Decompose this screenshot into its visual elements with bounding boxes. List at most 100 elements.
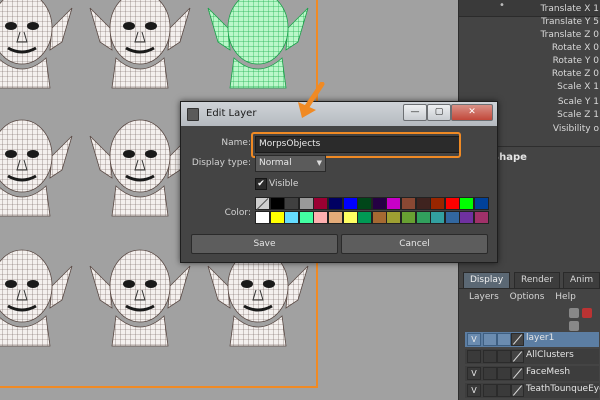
color-swatch[interactable] xyxy=(401,211,416,224)
layer-row-facemesh[interactable]: V FaceMesh xyxy=(465,366,599,381)
layer-playback-toggle[interactable] xyxy=(483,384,497,397)
dots-icon: • xyxy=(499,0,505,11)
cancel-button[interactable]: Cancel xyxy=(341,234,488,254)
color-swatch[interactable] xyxy=(415,197,431,210)
attr-rotate-y[interactable]: Rotate Y 0 xyxy=(553,56,599,66)
color-swatch[interactable] xyxy=(255,197,270,210)
layer-row-teathtounqueeye[interactable]: V TeathTounqueEye xyxy=(465,383,600,398)
color-swatch[interactable] xyxy=(371,211,387,224)
visible-checkbox[interactable]: ✔ xyxy=(255,178,267,190)
color-swatch[interactable] xyxy=(386,211,402,224)
color-swatch[interactable] xyxy=(313,197,329,210)
layer-name: FaceMesh xyxy=(526,367,571,377)
attr-translate-z[interactable]: Translate Z 0 xyxy=(540,30,599,40)
color-swatch[interactable] xyxy=(342,197,358,210)
layer-name: TeathTounqueEye xyxy=(526,384,600,394)
layer-row-allclusters[interactable]: AllClusters xyxy=(465,349,599,364)
color-swatch[interactable] xyxy=(415,211,431,224)
color-swatch[interactable] xyxy=(430,197,446,210)
color-swatch[interactable] xyxy=(386,197,402,210)
layer-row-layer1[interactable]: V layer1 xyxy=(465,332,599,347)
layer-visibility-toggle[interactable]: V xyxy=(467,384,481,397)
layer-playback-toggle[interactable] xyxy=(483,350,497,363)
color-swatch[interactable] xyxy=(298,197,314,210)
tab-render[interactable]: Render xyxy=(514,272,561,288)
layer-menu: Layers Options Help xyxy=(469,292,584,302)
color-swatch[interactable] xyxy=(342,211,358,224)
color-swatch[interactable] xyxy=(430,211,446,224)
color-swatch[interactable] xyxy=(444,197,460,210)
color-swatch[interactable] xyxy=(401,197,416,210)
close-icon[interactable]: ✕ xyxy=(451,104,493,121)
attr-scale-y[interactable]: Scale Y 1 xyxy=(558,97,599,107)
color-swatch[interactable] xyxy=(444,211,460,224)
visible-label: Visible xyxy=(269,179,299,189)
dialog-title: Edit Layer xyxy=(206,108,257,119)
color-swatch[interactable] xyxy=(459,211,475,224)
layer-color-slash-icon[interactable] xyxy=(511,367,524,380)
new-layer-icon[interactable] xyxy=(569,308,579,318)
color-swatch[interactable] xyxy=(298,211,314,224)
layer-options-icon[interactable] xyxy=(569,321,579,331)
tab-display[interactable]: Display xyxy=(463,272,511,288)
frame-border-bottom xyxy=(0,386,318,388)
new-layer-selected-icon[interactable] xyxy=(582,308,592,318)
color-swatch[interactable] xyxy=(284,197,300,210)
display-type-dropdown[interactable]: Normal ▼ xyxy=(255,155,326,172)
maya-app-icon xyxy=(187,108,199,121)
color-swatch[interactable] xyxy=(371,197,387,210)
layer-playback-toggle[interactable] xyxy=(483,367,497,380)
layer-visibility-toggle[interactable]: V xyxy=(467,367,481,380)
save-button[interactable]: Save xyxy=(191,234,338,254)
color-palette xyxy=(255,197,489,227)
layer-name: layer1 xyxy=(526,333,555,343)
minimize-icon[interactable]: — xyxy=(403,104,427,121)
color-swatch[interactable] xyxy=(269,211,285,224)
tab-anim[interactable]: Anim xyxy=(563,272,600,288)
layer-display-toggle[interactable] xyxy=(497,384,511,397)
layer-color-slash-icon[interactable] xyxy=(511,350,524,363)
layer-display-toggle[interactable] xyxy=(497,333,511,346)
chevron-down-icon: ▼ xyxy=(316,159,322,167)
attr-visibility[interactable]: Visibility o xyxy=(553,124,599,134)
layer-visibility-toggle[interactable]: V xyxy=(467,333,481,346)
name-label: Name: xyxy=(221,138,251,148)
color-swatch[interactable] xyxy=(313,211,329,224)
attr-rotate-x[interactable]: Rotate X 0 xyxy=(552,43,599,53)
color-swatch[interactable] xyxy=(328,197,343,210)
attr-rotate-z[interactable]: Rotate Z 0 xyxy=(552,69,599,79)
layer-visibility-toggle[interactable] xyxy=(467,350,481,363)
attr-translate-y[interactable]: Translate Y 5 xyxy=(541,17,599,27)
layer-tool-icons xyxy=(569,308,600,334)
color-swatch[interactable] xyxy=(284,211,300,224)
color-swatch[interactable] xyxy=(269,197,285,210)
layer-color-slash-icon[interactable] xyxy=(511,333,524,346)
menu-help[interactable]: Help xyxy=(555,292,576,302)
layer-display-toggle[interactable] xyxy=(497,350,511,363)
display-type-value: Normal xyxy=(259,158,292,168)
annotation-arrow-icon xyxy=(298,82,325,118)
layer-playback-toggle[interactable] xyxy=(483,333,497,346)
color-swatch[interactable] xyxy=(474,211,489,224)
color-swatch[interactable] xyxy=(357,197,373,210)
attr-translate-x[interactable]: Translate X 1 xyxy=(540,4,599,14)
color-label: Color: xyxy=(224,208,251,218)
layer-name: AllClusters xyxy=(526,350,574,360)
layer-color-slash-icon[interactable] xyxy=(511,384,524,397)
color-swatch[interactable] xyxy=(474,197,489,210)
attr-scale-x[interactable]: Scale X 1 xyxy=(557,82,599,92)
layer-display-toggle[interactable] xyxy=(497,367,511,380)
layer-editor: Display Render Anim Layers Options Help … xyxy=(458,268,600,400)
display-type-label: Display type: xyxy=(191,158,251,168)
color-swatch[interactable] xyxy=(459,197,475,210)
color-swatch[interactable] xyxy=(255,211,270,224)
menu-options[interactable]: Options xyxy=(510,292,545,302)
menu-layers[interactable]: Layers xyxy=(469,292,499,302)
attr-scale-z[interactable]: Scale Z 1 xyxy=(557,110,599,120)
color-swatch[interactable] xyxy=(328,211,343,224)
edit-layer-dialog: Edit Layer — ▢ ✕ Name: MorpsObjects Disp… xyxy=(180,101,498,263)
dialog-titlebar[interactable]: Edit Layer — ▢ ✕ xyxy=(181,102,497,126)
layer-tabs: Display Render Anim xyxy=(459,272,600,289)
color-swatch[interactable] xyxy=(357,211,373,224)
restore-icon[interactable]: ▢ xyxy=(427,104,451,121)
